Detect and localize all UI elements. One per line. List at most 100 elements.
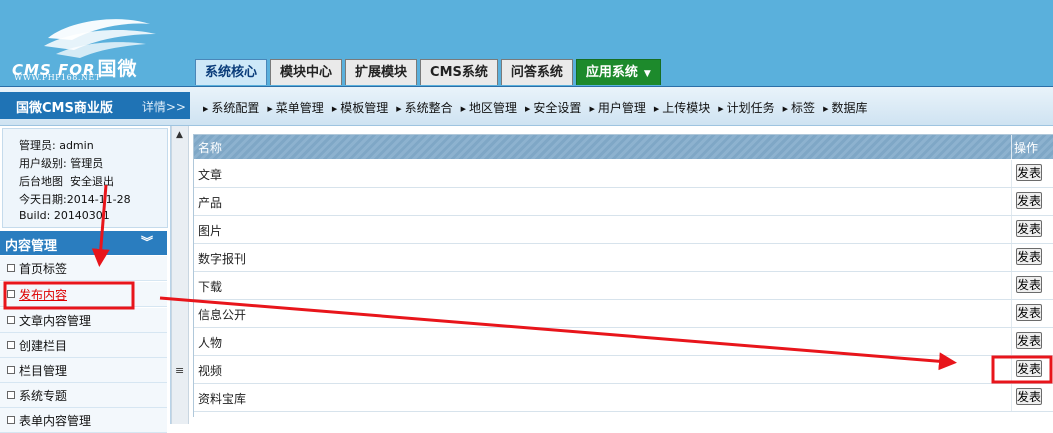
tab-label: 应用系统 <box>585 65 638 80</box>
tab-system-core[interactable]: 系统核心 <box>195 59 268 85</box>
sidebar-item-label: 文章内容管理 <box>19 314 92 328</box>
tab-label: CMS系统 <box>430 65 488 80</box>
sidebar-item-label: 创建栏目 <box>19 339 68 353</box>
table-row: 数字报刊 发表 <box>194 244 1053 272</box>
brand-title: 国微CMS商业版 <box>16 101 113 116</box>
row-name: 图片 <box>198 224 223 238</box>
subnav-link[interactable]: ▶ 上传模块 <box>654 99 710 116</box>
user-info-panel: 管理员: admin 用户级别: 管理员 后台地图 安全退出 今天日期:2014… <box>2 128 168 228</box>
sub-navigation: 国微CMS商业版 详情>> ▶ 系统配置 ▶ 菜单管理 ▶ 模板管理 ▶ 系统整合 ▶ 地… <box>0 86 1053 126</box>
table-row: 图片 发表 <box>194 216 1053 244</box>
sidebar-item-column-management[interactable]: 栏目管理 <box>0 358 167 383</box>
column-divider <box>1011 135 1012 159</box>
table-row: 下载 发表 <box>194 272 1053 300</box>
sitemap-link[interactable]: 后台地图 <box>19 175 63 188</box>
bullet-square-icon <box>7 416 15 424</box>
triangle-right-icon: ▶ <box>653 105 660 113</box>
table-row: 资料宝库 发表 <box>194 384 1053 412</box>
tab-label: 扩展模块 <box>355 65 408 80</box>
logo-url: WWW.PHP168.NET <box>14 73 101 82</box>
tab-cms-system[interactable]: CMS系统 <box>420 59 498 85</box>
brand-box: 国微CMS商业版 详情>> <box>0 92 190 119</box>
user-level-line: 用户级别: 管理员 <box>19 157 104 170</box>
publish-button[interactable]: 发表 <box>1016 220 1042 237</box>
row-name: 人物 <box>198 336 223 350</box>
tab-label: 系统核心 <box>205 65 258 80</box>
subnav-link[interactable]: ▶ 模板管理 <box>332 99 388 116</box>
publish-button[interactable]: 发表 <box>1016 164 1042 181</box>
triangle-right-icon: ▶ <box>460 105 467 113</box>
sidebar-item-publish-content[interactable]: 发布内容 <box>0 282 167 307</box>
tab-module-center[interactable]: 模块中心 <box>270 59 343 85</box>
triangle-right-icon: ▶ <box>823 105 829 113</box>
tab-label: 模块中心 <box>280 65 333 80</box>
subnav-links: ▶ 系统配置 ▶ 菜单管理 ▶ 模板管理 ▶ 系统整合 ▶ 地区管理 ▶ 安全设置 ▶ 用户管… <box>203 99 875 116</box>
column-header-action: 操作 <box>1014 141 1039 155</box>
table-header: 名称 操作 <box>194 135 1053 159</box>
triangle-right-icon: ▶ <box>718 105 724 113</box>
subnav-link[interactable]: ▶ 系统整合 <box>396 99 452 116</box>
row-name: 产品 <box>198 196 223 210</box>
publish-button[interactable]: 发表 <box>1016 360 1042 377</box>
row-name: 文章 <box>198 168 223 182</box>
left-sidebar: 管理员: admin 用户级别: 管理员 后台地图 安全退出 今天日期:2014… <box>0 126 171 433</box>
subnav-link[interactable]: ▶ 安全设置 <box>525 99 581 116</box>
triangle-right-icon: ▶ <box>267 105 273 113</box>
subnav-link[interactable]: ▶ 菜单管理 <box>267 99 323 116</box>
sidebar-item-homepage-tags[interactable]: 首页标签 <box>0 256 167 281</box>
row-name: 下载 <box>198 280 223 294</box>
logo-cn: 国微 <box>97 58 138 80</box>
publish-button[interactable]: 发表 <box>1016 192 1042 209</box>
content-type-table: 名称 操作 文章 发表 产品 发表 图片 发表 数字报刊 发表 下载 发表 信息公开 发表 … <box>193 134 1053 417</box>
triangle-right-icon: ▶ <box>396 105 402 113</box>
main-tabs: 系统核心 模块中心 扩展模块 CMS系统 问答系统 应用系统 ▼ <box>195 59 664 86</box>
publish-button[interactable]: 发表 <box>1016 304 1042 321</box>
sidebar-item-form-content[interactable]: 表单内容管理 <box>0 408 167 433</box>
table-row: 信息公开 发表 <box>194 300 1053 328</box>
bullet-square-icon <box>7 366 15 374</box>
sidebar-item-label: 发布内容 <box>19 288 68 302</box>
bullet-square-icon <box>7 391 15 399</box>
triangle-right-icon: ▶ <box>782 105 789 113</box>
subnav-link[interactable]: ▶ 地区管理 <box>461 99 517 116</box>
sidebar-item-label: 首页标签 <box>19 262 68 276</box>
tab-extension-modules[interactable]: 扩展模块 <box>345 59 418 85</box>
details-link[interactable]: 详情>> <box>142 98 186 115</box>
triangle-right-icon: ▶ <box>203 105 209 113</box>
admin-line: 管理员: admin <box>19 139 94 152</box>
content-management-header[interactable]: 内容管理 ︾ <box>0 231 167 255</box>
publish-button[interactable]: 发表 <box>1016 248 1042 265</box>
bullet-square-icon <box>7 341 15 349</box>
subnav-link[interactable]: ▶ 计划任务 <box>718 99 774 116</box>
sidebar-item-label: 系统专题 <box>19 389 68 403</box>
table-row: 文章 发表 <box>194 160 1053 188</box>
sidebar-item-label: 栏目管理 <box>19 364 68 378</box>
date-line: 今天日期:2014-11-28 <box>19 193 131 206</box>
scroll-up-arrow-icon[interactable]: ▲ <box>176 130 183 140</box>
subnav-link[interactable]: ▶ 标签 <box>783 99 815 116</box>
publish-button[interactable]: 发表 <box>1016 276 1042 293</box>
table-row: 人物 发表 <box>194 328 1053 356</box>
bullet-square-icon <box>7 264 15 272</box>
tab-qa-system[interactable]: 问答系统 <box>500 59 573 85</box>
sidebar-item-create-column[interactable]: 创建栏目 <box>0 333 167 358</box>
triangle-right-icon: ▶ <box>525 105 531 113</box>
bullet-square-icon <box>7 290 15 298</box>
sidebar-item-system-topics[interactable]: 系统专题 <box>0 383 167 408</box>
subnav-link[interactable]: ▶ 数据库 <box>823 99 867 116</box>
subnav-link[interactable]: ▶ 系统配置 <box>203 99 259 116</box>
publish-button[interactable]: 发表 <box>1016 332 1042 349</box>
subnav-link[interactable]: ▶ 用户管理 <box>589 99 645 116</box>
publish-button[interactable]: 发表 <box>1016 388 1042 405</box>
caret-down-icon: ▼ <box>643 69 651 79</box>
collapse-chevron-icon[interactable]: ︾ <box>141 233 153 250</box>
logout-link[interactable]: 安全退出 <box>70 175 114 188</box>
build-line: Build: 20140301 <box>19 209 110 222</box>
grip-icon[interactable]: ≡ <box>175 364 184 377</box>
sidebar-splitter[interactable]: ▲ ≡ <box>171 126 189 424</box>
table-row: 视频 发表 <box>194 356 1053 384</box>
tab-label: 问答系统 <box>510 65 563 80</box>
triangle-right-icon: ▶ <box>331 105 338 113</box>
sidebar-item-article-management[interactable]: 文章内容管理 <box>0 308 167 333</box>
tab-app-system[interactable]: 应用系统 ▼ <box>575 59 661 85</box>
